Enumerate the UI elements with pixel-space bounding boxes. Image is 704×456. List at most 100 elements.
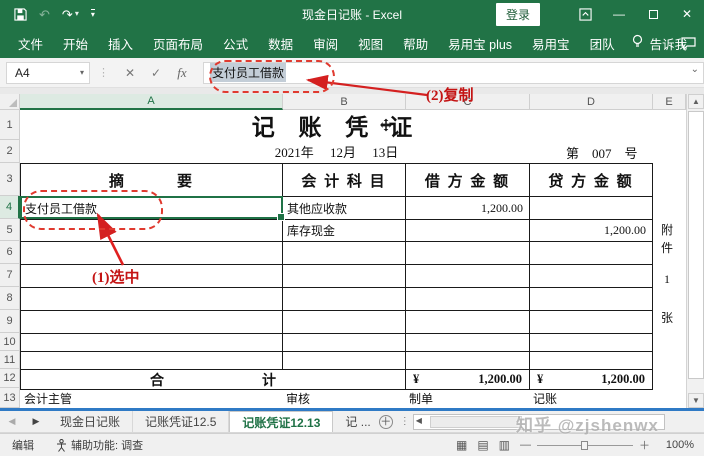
sheet-nav-left-icon[interactable]: ◀ — [0, 411, 24, 432]
cell-C6-debit[interactable] — [406, 242, 530, 264]
login-button[interactable]: 登录 — [496, 3, 540, 26]
row-header-1[interactable]: 1 — [0, 110, 20, 140]
sheet-tab-truncated[interactable]: 记 ... — [333, 411, 374, 432]
cell-A11-summary[interactable] — [21, 352, 283, 369]
row-header-2[interactable]: 2 — [0, 140, 20, 163]
row-header-10[interactable]: 10 — [0, 333, 20, 351]
header-debit-cell[interactable]: 借 方 金 额 — [406, 164, 530, 196]
row-header-9[interactable]: 9 — [0, 310, 20, 333]
column-header-A[interactable]: A — [20, 94, 283, 110]
cell-B11-account[interactable] — [283, 352, 406, 369]
insert-function-icon[interactable]: fx — [169, 65, 195, 81]
sheet-tab-voucher-12-5[interactable]: 记账凭证12.5 — [133, 411, 229, 432]
cell-C9-debit[interactable] — [406, 311, 530, 333]
column-header-D[interactable]: D — [530, 94, 653, 110]
header-summary-cell[interactable]: 摘 要 — [21, 164, 283, 196]
cell-C8-debit[interactable] — [406, 288, 530, 310]
normal-view-icon[interactable]: ▦ — [456, 438, 467, 452]
cell-B6-account[interactable] — [283, 242, 406, 264]
cell-B10-account[interactable] — [283, 334, 406, 351]
cell-B9-account[interactable] — [283, 311, 406, 333]
row-header-6[interactable]: 6 — [0, 241, 20, 264]
sheet-nav-right-icon[interactable]: ▶ — [24, 411, 48, 432]
cell-B7-account[interactable] — [283, 265, 406, 287]
voucher-number[interactable]: 第 007 号 — [566, 143, 638, 162]
comment-icon[interactable] — [681, 28, 696, 58]
page-break-view-icon[interactable]: ▥ — [499, 438, 510, 452]
sheet-tab-cash-journal[interactable]: 现金日记账 — [48, 411, 133, 432]
vertical-scrollbar-thumb[interactable] — [688, 111, 704, 379]
voucher-title[interactable]: 记 账 凭 证 — [20, 110, 653, 140]
tab-data[interactable]: 数据 — [258, 28, 303, 58]
hscroll-left-icon[interactable]: ◀ — [416, 416, 422, 425]
accessibility-status[interactable]: 辅助功能: 调查 — [56, 437, 143, 453]
cell-B8-account[interactable] — [283, 288, 406, 310]
cell-C4-debit[interactable]: 1,200.00 — [406, 197, 530, 219]
column-header-C[interactable]: C — [406, 94, 530, 110]
cell-A6-summary[interactable] — [21, 242, 283, 264]
formula-input[interactable]: 支付员工借款 ⌄ — [203, 62, 704, 84]
customize-qat-icon[interactable]: ▾ — [91, 9, 95, 19]
tab-help[interactable]: 帮助 — [393, 28, 438, 58]
cell-A10-summary[interactable] — [21, 334, 283, 351]
cell-A8-summary[interactable] — [21, 288, 283, 310]
name-box-dropdown-icon[interactable]: ▾ — [80, 68, 84, 77]
row-header-7[interactable]: 7 — [0, 264, 20, 287]
zoom-slider[interactable] — [537, 439, 633, 451]
row-header-8[interactable]: 8 — [0, 287, 20, 310]
cell-A4-summary[interactable]: 支付员工借款 — [21, 197, 283, 219]
cell-D10-credit[interactable] — [530, 334, 652, 351]
header-account-cell[interactable]: 会 计 科 目 — [283, 164, 406, 196]
cell-D8-credit[interactable] — [530, 288, 652, 310]
horizontal-scrollbar[interactable]: ◀ — [413, 414, 665, 430]
scroll-up-icon[interactable]: ▲ — [688, 94, 704, 109]
row-header-11[interactable]: 11 — [0, 351, 20, 369]
signer-reviewer[interactable]: 审核 — [282, 390, 405, 407]
tab-view[interactable]: 视图 — [348, 28, 393, 58]
minimize-button[interactable]: — — [602, 0, 636, 28]
zoom-out-icon[interactable]: — — [520, 439, 531, 451]
total-credit-cell[interactable]: ¥ 1,200.00 — [530, 370, 652, 389]
vertical-scrollbar[interactable]: ▲ ▼ — [686, 94, 704, 408]
undo-icon[interactable]: ↶ — [39, 8, 50, 21]
cell-B5-account[interactable]: 库存现金 — [283, 220, 406, 241]
sheet-tab-voucher-12-13[interactable]: 记账凭证12.13 — [229, 411, 333, 432]
tab-formulas[interactable]: 公式 — [213, 28, 258, 58]
ribbon-display-options-icon[interactable] — [568, 0, 602, 28]
select-all-corner[interactable] — [0, 94, 20, 110]
cell-D6-credit[interactable] — [530, 242, 652, 264]
cell-B4-account[interactable]: 其他应收款 — [283, 197, 406, 219]
row-header-13[interactable]: 13 — [0, 388, 20, 408]
cell-A7-summary[interactable] — [21, 265, 283, 287]
tab-yiyongbao-plus[interactable]: 易用宝 plus — [438, 28, 522, 58]
cell-C11-debit[interactable] — [406, 352, 530, 369]
cell-C10-debit[interactable] — [406, 334, 530, 351]
tab-yiyongbao[interactable]: 易用宝 — [522, 28, 580, 58]
row-header-5[interactable]: 5 — [0, 219, 20, 241]
cell-C7-debit[interactable] — [406, 265, 530, 287]
tab-page-layout[interactable]: 页面布局 — [143, 28, 213, 58]
cell-D5-credit[interactable]: 1,200.00 — [530, 220, 652, 241]
zoom-slider-handle[interactable] — [581, 441, 588, 450]
signer-preparer[interactable]: 制单 — [405, 390, 529, 407]
save-icon[interactable] — [14, 8, 27, 21]
horizontal-scrollbar-thumb[interactable] — [430, 416, 522, 428]
cell-C5-debit[interactable] — [406, 220, 530, 241]
redo-icon[interactable]: ↷▾ — [62, 8, 79, 21]
new-sheet-button[interactable]: ＋ — [375, 411, 397, 432]
row-header-12[interactable]: 12 — [0, 369, 20, 388]
signer-manager[interactable]: 会计主管 — [20, 390, 282, 407]
cell-D11-credit[interactable] — [530, 352, 652, 369]
cell-D7-credit[interactable] — [530, 265, 652, 287]
cell-A9-summary[interactable] — [21, 311, 283, 333]
formula-bar-expand-icon[interactable]: ⌄ — [691, 64, 699, 75]
zoom-level[interactable]: 100% — [660, 439, 694, 451]
row-header-3[interactable]: 3 — [0, 163, 20, 196]
total-debit-cell[interactable]: ¥ 1,200.00 — [406, 370, 530, 389]
close-button[interactable]: ✕ — [670, 0, 704, 28]
tab-home[interactable]: 开始 — [53, 28, 98, 58]
cell-D4-credit[interactable] — [530, 197, 652, 219]
total-label-cell[interactable]: 合 计 — [21, 370, 406, 389]
scroll-down-icon[interactable]: ▼ — [688, 393, 704, 408]
row-header-4[interactable]: 4 — [0, 196, 20, 219]
